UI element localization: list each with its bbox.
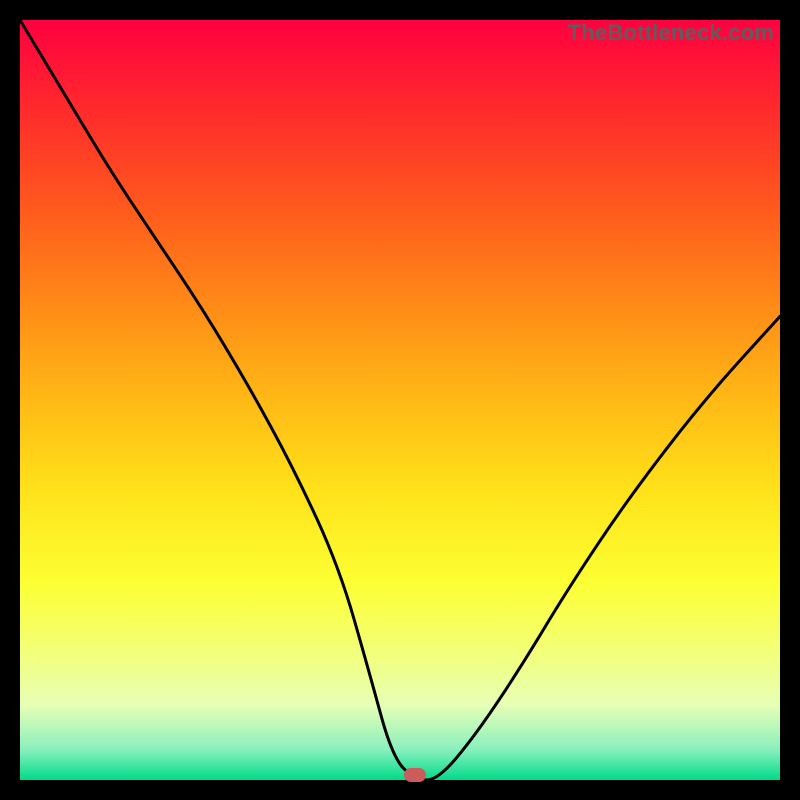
watermark-text: TheBottleneck.com [568, 20, 774, 46]
bottleneck-curve [20, 20, 780, 780]
plot-area: TheBottleneck.com [20, 20, 780, 780]
optimal-point-marker [404, 768, 426, 782]
chart-frame: TheBottleneck.com [0, 0, 800, 800]
